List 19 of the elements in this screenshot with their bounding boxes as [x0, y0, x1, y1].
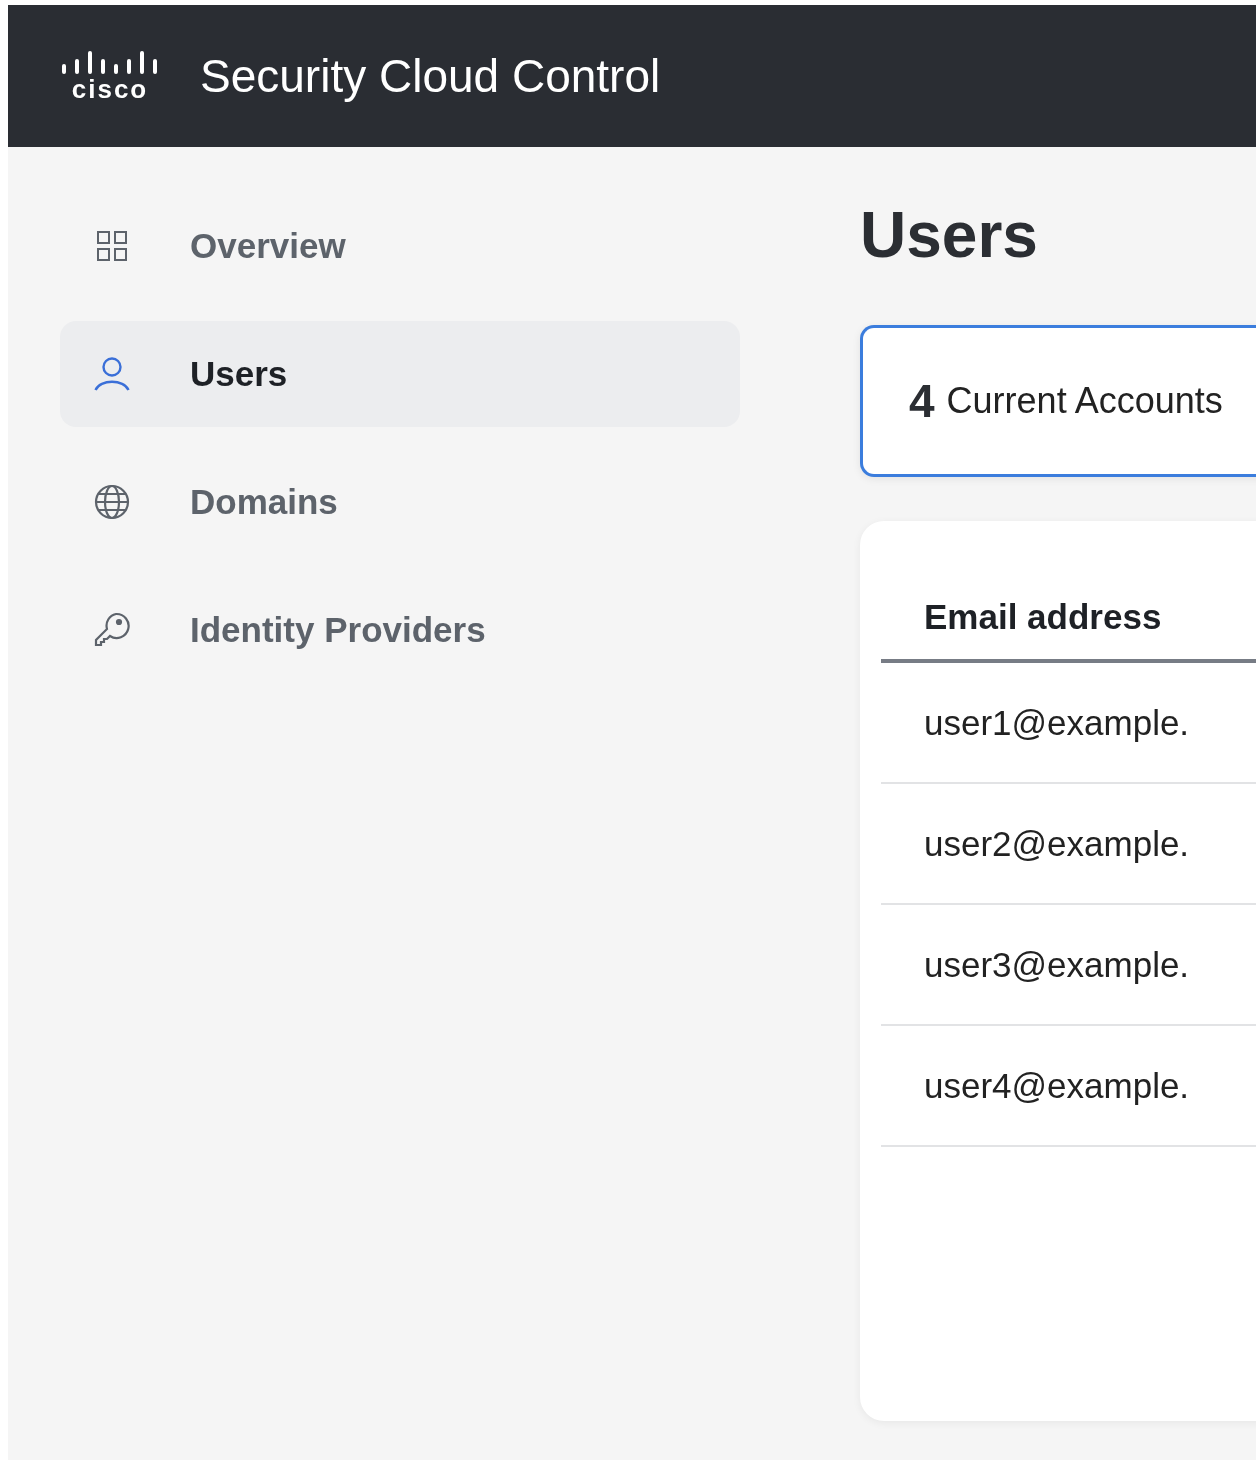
sidebar-item[interactable]: Users: [60, 321, 740, 427]
page-title: Users: [860, 198, 1039, 273]
user-icon: [94, 357, 130, 391]
logo-text: cisco: [71, 76, 149, 102]
column-header: Email address: [924, 597, 1162, 636]
app-title: Security Cloud Control: [200, 49, 661, 103]
table-cell: user3@example.: [924, 944, 1190, 985]
key-icon: [94, 612, 130, 648]
sidebar-item[interactable]: Domains: [60, 449, 740, 555]
globe-icon: [94, 484, 130, 520]
table-cell: user2@example.: [924, 823, 1190, 864]
sidebar-item[interactable]: Identity Providers: [60, 577, 740, 683]
table-cell: user1@example.: [924, 702, 1190, 743]
summary-label: Current Accounts: [946, 380, 1223, 422]
sidebar-item[interactable]: Overview: [60, 193, 740, 299]
grid-icon: [94, 230, 130, 262]
logo-bars-icon: [60, 50, 160, 74]
account-count: 4: [909, 374, 935, 428]
table-cell: user4@example.: [924, 1065, 1190, 1106]
